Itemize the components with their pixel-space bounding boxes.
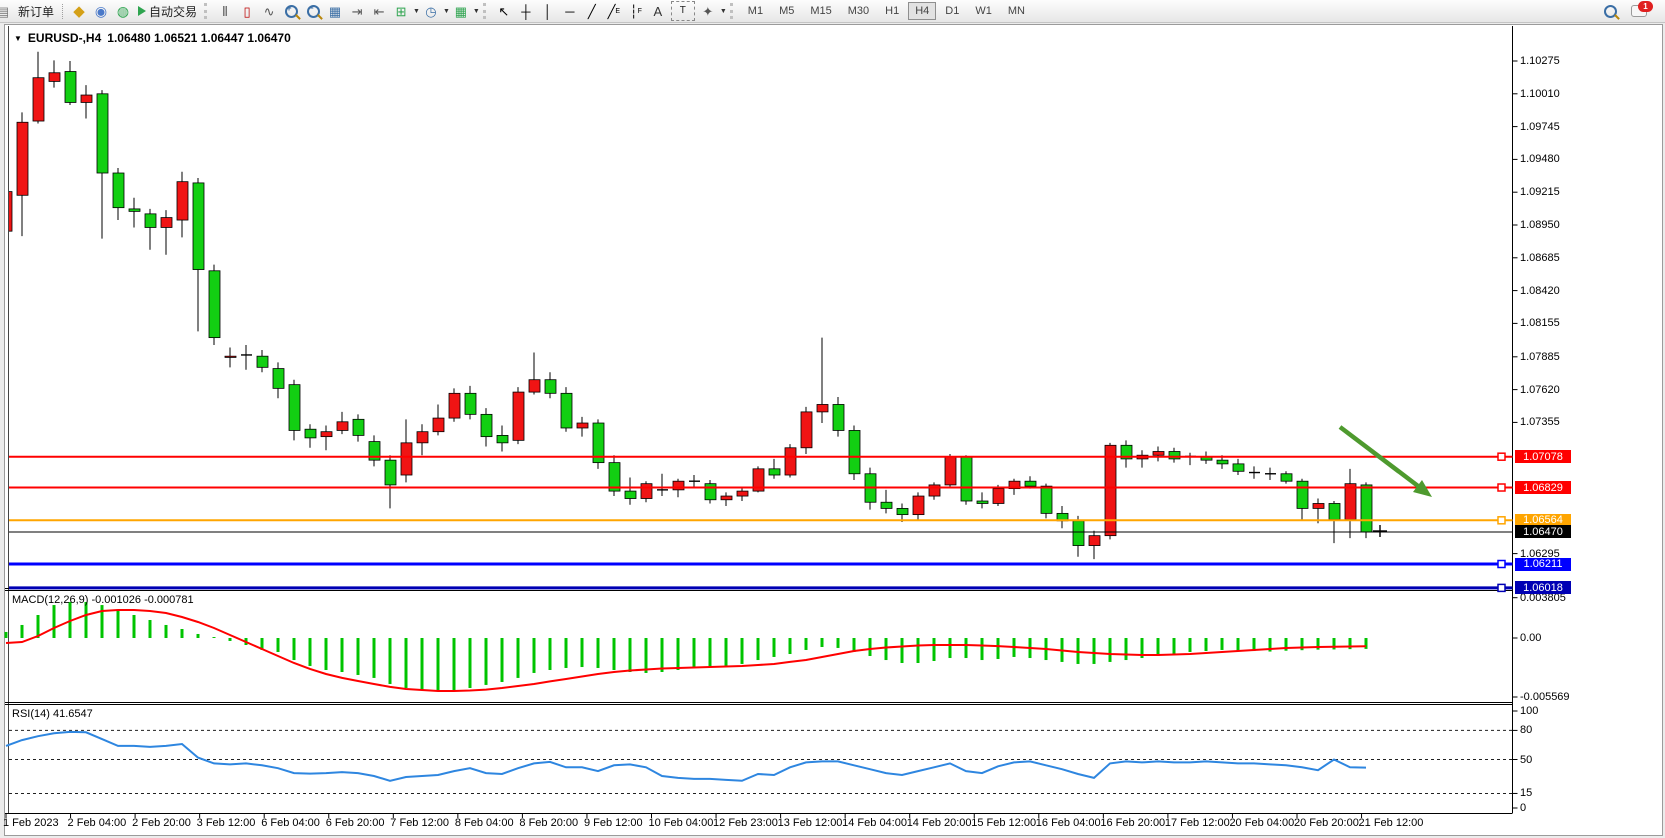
- toolbar-grip: [483, 3, 490, 19]
- cursor-icon[interactable]: ↖: [495, 2, 513, 20]
- new-order-button[interactable]: 新订单: [14, 1, 58, 21]
- draw-tools-group: ↖┼│─╱╱E┆FAT✦▼: [493, 1, 727, 21]
- auto-trading-play-icon: [138, 6, 146, 16]
- notification-badge: 1: [1638, 1, 1653, 12]
- bar-chart-icon[interactable]: ⫴: [216, 2, 234, 20]
- chart-tools-group: ⫴▯∿+−▦⇥⇤⊞▼◷▼▦▼: [214, 2, 480, 20]
- timeframe-button-H4[interactable]: H4: [908, 2, 936, 20]
- timeframe-button-M30[interactable]: M30: [841, 2, 876, 20]
- hline-handle[interactable]: [1498, 453, 1505, 460]
- chat-icon[interactable]: 1: [1631, 5, 1647, 17]
- arrows-icon[interactable]: ✦: [699, 2, 717, 20]
- hline-handle[interactable]: [1498, 517, 1505, 524]
- rsi-line: [6, 732, 1366, 781]
- chart-canvas[interactable]: [0, 0, 1665, 838]
- search-icon[interactable]: [1604, 5, 1617, 18]
- template-icon[interactable]: ▦: [452, 2, 470, 20]
- horizontal-line-icon[interactable]: ─: [561, 2, 579, 20]
- toolbar-grip: [730, 3, 737, 19]
- chevron-down-icon[interactable]: ▼: [473, 8, 480, 15]
- signals-icon[interactable]: ◍: [114, 2, 132, 20]
- macd-signal-line: [6, 610, 1366, 691]
- periods-clock-icon[interactable]: ◷: [422, 2, 440, 20]
- fibonacci-icon[interactable]: ┆F: [627, 2, 645, 20]
- timeframe-button-MN[interactable]: MN: [1001, 2, 1032, 20]
- auto-trading-button[interactable]: 自动交易: [134, 1, 201, 21]
- toolbar-grip: [204, 3, 211, 19]
- publisher-icon[interactable]: ◉: [92, 2, 110, 20]
- hline-handle[interactable]: [1498, 561, 1505, 568]
- shift-chart-icon[interactable]: ⇥: [348, 2, 366, 20]
- auto-trading-label: 自动交易: [149, 3, 197, 20]
- tile-windows-icon[interactable]: ▦: [326, 2, 344, 20]
- timeframe-button-M1[interactable]: M1: [741, 2, 770, 20]
- trendline-icon[interactable]: ╱: [583, 2, 601, 20]
- new-chart-icon[interactable]: ⊞: [392, 2, 410, 20]
- crosshair-icon[interactable]: ┼: [517, 2, 535, 20]
- vertical-line-icon[interactable]: │: [539, 2, 557, 20]
- timeframe-group: M1M5M15M30H1H4D1W1MN: [740, 2, 1033, 20]
- chevron-down-icon[interactable]: ▼: [443, 8, 450, 15]
- timeframe-button-M5[interactable]: M5: [772, 2, 801, 20]
- text-icon[interactable]: A: [649, 2, 667, 20]
- hline-handle[interactable]: [1498, 484, 1505, 491]
- equidistant-channel-icon[interactable]: ╱E: [605, 2, 623, 20]
- zoom-in-icon[interactable]: +: [282, 2, 300, 20]
- zoom-out-icon[interactable]: −: [304, 2, 322, 20]
- auto-scroll-icon[interactable]: ⇤: [370, 2, 388, 20]
- timeframe-button-W1[interactable]: W1: [968, 2, 999, 20]
- new-order-grid-icon[interactable]: ▤: [0, 2, 12, 20]
- chevron-down-icon[interactable]: ▼: [413, 8, 420, 15]
- candlestick-chart-icon[interactable]: ▯: [238, 2, 256, 20]
- separator: [62, 4, 64, 19]
- candles-group[interactable]: [1, 52, 1372, 559]
- chevron-down-icon[interactable]: ▼: [720, 8, 727, 15]
- gold-diamond-icon[interactable]: ◆: [70, 2, 88, 20]
- timeframe-button-D1[interactable]: D1: [938, 2, 966, 20]
- toolbar: ▤ 新订单 ◆ ◉ ◍ 自动交易 ⫴▯∿+−▦⇥⇤⊞▼◷▼▦▼ ↖┼│─╱╱E┆…: [0, 0, 1665, 23]
- text-label-icon[interactable]: T: [671, 1, 695, 21]
- timeframe-button-H1[interactable]: H1: [878, 2, 906, 20]
- hline-handle[interactable]: [1498, 584, 1505, 591]
- timeframe-button-M15[interactable]: M15: [803, 2, 838, 20]
- line-chart-icon[interactable]: ∿: [260, 2, 278, 20]
- new-order-label: 新订单: [18, 3, 54, 20]
